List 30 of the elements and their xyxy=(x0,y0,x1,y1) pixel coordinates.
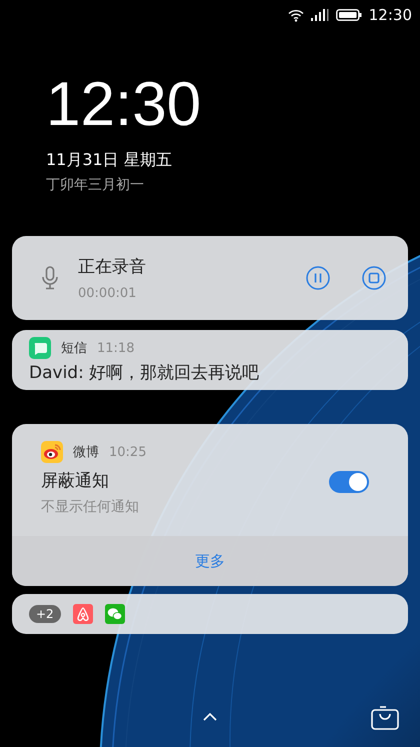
microphone-icon xyxy=(42,266,58,290)
lock-clock: 12:30 xyxy=(46,72,202,138)
status-time: 12:30 xyxy=(368,6,412,24)
wifi-icon xyxy=(288,8,304,22)
pause-button[interactable] xyxy=(306,266,330,290)
eye-logo-icon xyxy=(41,441,63,463)
message-text: David: 好啊，那就回去再说吧 xyxy=(29,363,260,383)
app-name: 微博 xyxy=(73,444,99,461)
more-notifications-bar[interactable]: +2 xyxy=(12,594,408,634)
lunar-date: 丁卯年三月初一 xyxy=(46,176,145,194)
battery-icon xyxy=(336,9,362,21)
date-text: 11月31日 星期五 xyxy=(46,150,173,171)
swipe-up-icon[interactable] xyxy=(203,713,217,721)
toggle-switch[interactable] xyxy=(329,470,369,492)
chat-bubbles-icon xyxy=(104,604,125,624)
app-icon xyxy=(72,604,93,624)
stop-button[interactable] xyxy=(362,266,386,290)
message-notification[interactable]: 短信 11:18 David: 好啊，那就回去再说吧 xyxy=(12,330,408,390)
app-name: 短信 xyxy=(61,340,87,357)
recording-elapsed: 00:00:01 xyxy=(78,286,138,301)
count-badge: +2 xyxy=(29,605,61,623)
signal-icon xyxy=(310,9,329,21)
camera-icon[interactable] xyxy=(371,705,399,730)
recording-title: 正在录音 xyxy=(78,256,147,278)
message-app-icon xyxy=(29,337,51,359)
notification-time: 11:18 xyxy=(97,340,134,356)
setting-title: 屏蔽通知 xyxy=(41,470,110,492)
recording-card[interactable]: 正在录音 00:00:01 xyxy=(12,236,408,320)
setting-description: 不显示任何通知 xyxy=(41,498,140,516)
notification-time: 10:25 xyxy=(109,444,146,460)
